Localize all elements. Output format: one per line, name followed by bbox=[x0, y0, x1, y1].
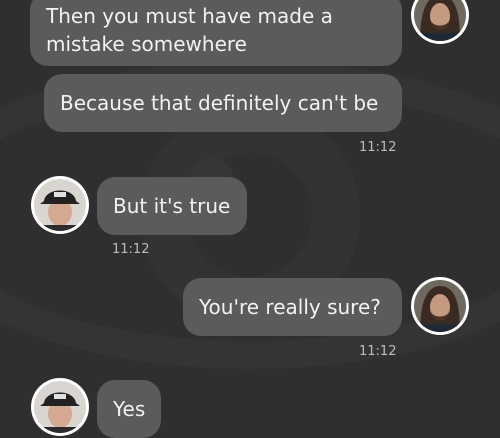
user-avatar-long-hair-icon bbox=[414, 280, 466, 332]
message-timestamp: 11:12 bbox=[359, 140, 397, 155]
message-text-line: Then you must have made a bbox=[46, 4, 333, 28]
message-text: You're really sure? bbox=[199, 295, 381, 319]
avatar-left[interactable] bbox=[31, 176, 89, 234]
user-avatar-long-hair-icon bbox=[414, 0, 466, 41]
avatar-left[interactable] bbox=[31, 378, 89, 436]
message-timestamp: 11:12 bbox=[359, 344, 397, 359]
message-timestamp: 11:12 bbox=[112, 242, 150, 257]
message-text: Because that definitely can't be bbox=[60, 91, 379, 115]
message-bubble-outgoing[interactable]: Because that definitely can't be bbox=[44, 74, 402, 132]
message-text: Yes bbox=[113, 397, 146, 421]
message-bubble-outgoing[interactable]: You're really sure? bbox=[183, 278, 402, 336]
message-bubble-incoming[interactable]: But it's true bbox=[97, 177, 247, 235]
message-bubble-incoming[interactable]: Yes bbox=[97, 380, 161, 438]
avatar-right[interactable] bbox=[411, 277, 469, 335]
user-avatar-cap-icon bbox=[34, 381, 86, 433]
message-text-line: mistake somewhere bbox=[46, 32, 247, 56]
user-avatar-cap-icon bbox=[34, 179, 86, 231]
message-text: But it's true bbox=[113, 194, 231, 218]
message-bubble-outgoing[interactable]: Then you must have made a mistake somewh… bbox=[30, 0, 402, 66]
